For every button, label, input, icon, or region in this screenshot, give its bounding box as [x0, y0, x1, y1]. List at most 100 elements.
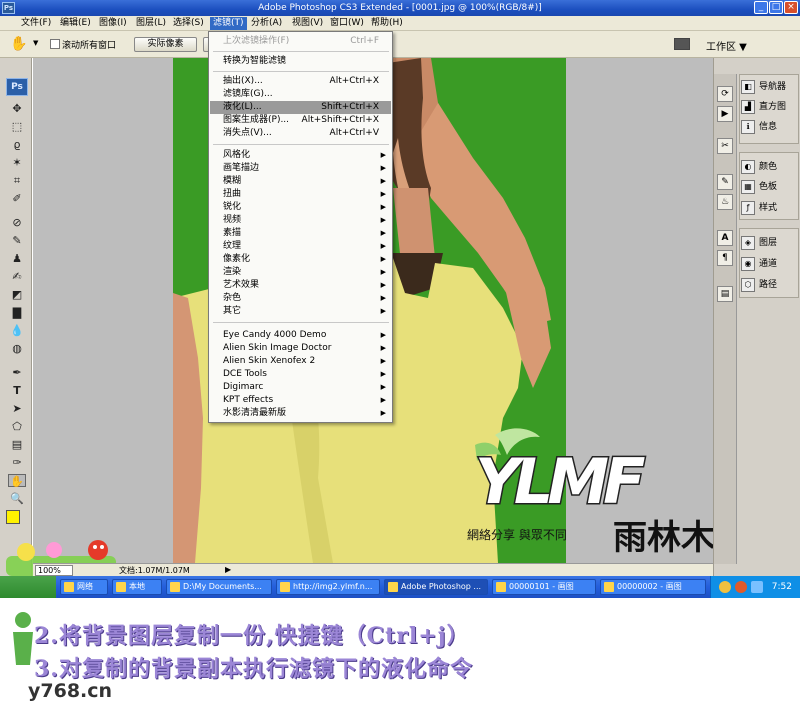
- alien-skin-image-doctor-menu-item[interactable]: Alien Skin Image Doctor ▶: [210, 342, 391, 355]
- swatches-panel-tab[interactable]: ▦ 色板: [741, 178, 799, 196]
- color-panel-tab[interactable]: ◐ 颜色: [741, 158, 799, 176]
- filter-gallery-menu-item[interactable]: 滤镜库(G)...: [210, 88, 391, 101]
- chevron-down-icon[interactable]: ▼: [33, 39, 38, 47]
- brush-strokes-menu-item[interactable]: 画笔描边 ▶: [210, 162, 391, 175]
- workspace-menu[interactable]: 工作区 ▼: [706, 38, 747, 53]
- minimize-button[interactable]: _: [754, 1, 768, 14]
- menu-analysis[interactable]: 分析(A): [248, 17, 285, 30]
- blur-tool-icon[interactable]: 💧: [8, 324, 26, 337]
- menu-layer[interactable]: 图层(L): [133, 17, 169, 30]
- other-menu-item[interactable]: 其它 ▶: [210, 305, 391, 318]
- pattern-maker-menu-item[interactable]: 图案生成器(P)... Alt+Shift+Ctrl+X: [210, 114, 391, 127]
- extract-menu-item[interactable]: 抽出(X)... Alt+Ctrl+X: [210, 75, 391, 88]
- info-panel-tab[interactable]: ℹ 信息: [741, 118, 799, 136]
- crop-tool-icon[interactable]: ⌗: [8, 174, 26, 187]
- liquify-menu-item[interactable]: 液化(L)... Shift+Ctrl+X: [210, 101, 391, 114]
- navigator-panel-tab[interactable]: ◧ 导航器: [741, 78, 799, 96]
- start-button[interactable]: [0, 576, 56, 598]
- status-menu-arrow-icon[interactable]: ▶: [225, 565, 231, 574]
- brush-tool-icon[interactable]: ✎: [8, 234, 26, 247]
- dodge-tool-icon[interactable]: ◍: [8, 342, 26, 355]
- healing-brush-tool-icon[interactable]: ⊘: [8, 216, 26, 229]
- distort-menu-item[interactable]: 扭曲 ▶: [210, 188, 391, 201]
- magic-wand-tool-icon[interactable]: ✶: [8, 156, 26, 169]
- alien-skin-xenofex-menu-item[interactable]: Alien Skin Xenofex 2 ▶: [210, 355, 391, 368]
- menu-image[interactable]: 图像(I): [96, 17, 130, 30]
- blur-menu-item[interactable]: 模糊 ▶: [210, 175, 391, 188]
- layer-comps-icon[interactable]: ▤: [717, 286, 733, 302]
- eyedropper-tool-icon[interactable]: ✑: [8, 456, 26, 469]
- convert-smart-filter-menu-item[interactable]: 转换为智能滤镜: [210, 55, 391, 68]
- hand-tool-icon[interactable]: ✋: [10, 36, 27, 52]
- histogram-panel-tab[interactable]: ▟ 直方图: [741, 98, 799, 116]
- artistic-menu-item[interactable]: 艺术效果 ▶: [210, 279, 391, 292]
- menu-edit[interactable]: 编辑(E): [57, 17, 94, 30]
- maximize-button[interactable]: □: [769, 1, 783, 14]
- camera-icon[interactable]: [674, 38, 690, 50]
- marquee-tool-icon[interactable]: ⬚: [8, 120, 26, 133]
- video-menu-item[interactable]: 视频 ▶: [210, 214, 391, 227]
- network-icon: [64, 582, 74, 592]
- tool-presets-icon[interactable]: ✂: [717, 138, 733, 154]
- menu-view[interactable]: 视图(V): [289, 17, 326, 30]
- scroll-all-windows-checkbox[interactable]: [50, 39, 60, 49]
- stamp-tool-icon[interactable]: ♟: [8, 252, 26, 265]
- sketch-menu-item[interactable]: 素描 ▶: [210, 227, 391, 240]
- render-menu-item[interactable]: 渲染 ▶: [210, 266, 391, 279]
- move-tool-icon[interactable]: ✥: [8, 102, 26, 115]
- clone-source-icon[interactable]: ♨: [717, 194, 733, 210]
- dce-tools-menu-item[interactable]: DCE Tools ▶: [210, 368, 391, 381]
- foreground-color-swatch[interactable]: [6, 510, 20, 524]
- taskbar-paint-1-button[interactable]: 00000101 - 画图: [492, 579, 596, 595]
- history-brush-tool-icon[interactable]: ✍: [8, 270, 26, 283]
- brushes-panel-icon[interactable]: ✎: [717, 174, 733, 190]
- pen-tool-icon[interactable]: ✒: [8, 366, 26, 379]
- actual-pixels-button[interactable]: 实际像素: [134, 37, 197, 52]
- digimarc-menu-item[interactable]: Digimarc ▶: [210, 381, 391, 394]
- paragraph-panel-icon[interactable]: ¶: [717, 250, 733, 266]
- notes-tool-icon[interactable]: ▤: [8, 438, 26, 451]
- type-tool-icon[interactable]: T: [8, 384, 26, 397]
- channels-panel-tab[interactable]: ◉ 通道: [741, 255, 799, 273]
- sharpen-menu-item[interactable]: 锐化 ▶: [210, 201, 391, 214]
- vanishing-point-menu-item[interactable]: 消失点(V)... Alt+Ctrl+V: [210, 127, 391, 140]
- stylize-menu-item[interactable]: 风格化 ▶: [210, 149, 391, 162]
- layers-panel-tab[interactable]: ◈ 图层: [741, 234, 799, 252]
- tray-firefox-icon[interactable]: [735, 581, 747, 593]
- zoom-level-field[interactable]: 100%: [35, 565, 73, 576]
- taskbar-network-button[interactable]: 网络: [60, 579, 108, 595]
- watermark-plugin-menu-item[interactable]: 水影清清最新版 ▶: [210, 407, 391, 420]
- menu-help[interactable]: 帮助(H): [368, 17, 406, 30]
- paths-panel-tab[interactable]: ⬡ 路径: [741, 276, 799, 294]
- taskbar-paint-2-button[interactable]: 00000002 - 画图: [600, 579, 706, 595]
- menu-file[interactable]: 文件(F): [18, 17, 54, 30]
- noise-menu-item[interactable]: 杂色 ▶: [210, 292, 391, 305]
- menu-window[interactable]: 窗口(W): [327, 17, 367, 30]
- zoom-tool-icon[interactable]: 🔍: [8, 492, 26, 505]
- close-button[interactable]: ×: [784, 1, 798, 14]
- gradient-tool-icon[interactable]: ▇: [8, 306, 26, 319]
- path-select-tool-icon[interactable]: ➤: [8, 402, 26, 415]
- kpt-effects-menu-item[interactable]: KPT effects ▶: [210, 394, 391, 407]
- taskbar-photoshop-button[interactable]: Adobe Photoshop ...: [384, 579, 488, 595]
- actions-panel-icon[interactable]: ⟳: [717, 86, 733, 102]
- menu-filter[interactable]: 滤镜(T): [210, 17, 247, 30]
- taskbar-browser-button[interactable]: http://img2.ylmf.n...: [276, 579, 380, 595]
- slice-tool-icon[interactable]: ✐: [8, 192, 26, 205]
- texture-menu-item[interactable]: 纹理 ▶: [210, 240, 391, 253]
- eraser-tool-icon[interactable]: ◩: [8, 288, 26, 301]
- taskbar-local-button[interactable]: 本地: [112, 579, 162, 595]
- play-panel-icon[interactable]: ▶: [717, 106, 733, 122]
- tray-volume-icon[interactable]: [751, 581, 763, 593]
- hand-tool-icon[interactable]: ✋: [8, 474, 26, 488]
- taskbar-documents-button[interactable]: D:\My Documents...: [166, 579, 272, 595]
- styles-panel-tab[interactable]: ƒ 样式: [741, 199, 799, 217]
- menu-select[interactable]: 选择(S): [170, 17, 207, 30]
- pixelate-menu-item[interactable]: 像素化 ▶: [210, 253, 391, 266]
- character-panel-icon[interactable]: A: [717, 230, 733, 246]
- eye-candy-menu-item[interactable]: Eye Candy 4000 Demo ▶: [210, 329, 391, 342]
- shape-tool-icon[interactable]: ⬠: [8, 420, 26, 433]
- window-title: Adobe Photoshop CS3 Extended - [0001.jpg…: [258, 3, 542, 13]
- lasso-tool-icon[interactable]: ϱ: [8, 138, 26, 151]
- tray-app-icon[interactable]: [719, 581, 731, 593]
